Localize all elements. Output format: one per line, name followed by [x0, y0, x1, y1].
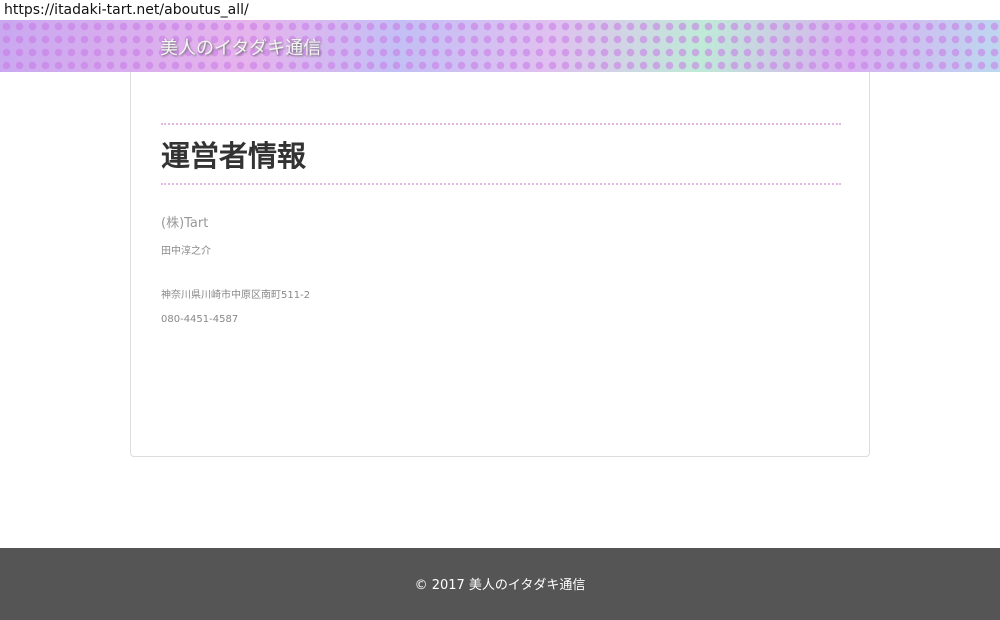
footer: © 2017 美人のイタダキ通信 — [0, 548, 1000, 620]
address: 神奈川県川崎市中原区南町511-2 — [161, 290, 311, 301]
person-name: 田中淳之介 — [161, 246, 211, 257]
site-title-link[interactable]: 美人のイタダキ通信 — [160, 34, 321, 60]
page-title: 運営者情報 — [161, 139, 307, 173]
header-banner: 美人のイタダキ通信 — [0, 20, 1000, 72]
url-text: https://itadaki-tart.net/aboutus_all/ — [4, 2, 249, 18]
content-card: 運営者情報 (株)Tart 田中淳之介 神奈川県川崎市中原区南町511-2 08… — [130, 72, 870, 457]
copyright: © 2017 美人のイタダキ通信 — [414, 578, 586, 593]
title-box: 運営者情報 — [161, 123, 841, 185]
phone: 080-4451-4587 — [161, 314, 239, 325]
company-name: (株)Tart — [161, 216, 209, 231]
